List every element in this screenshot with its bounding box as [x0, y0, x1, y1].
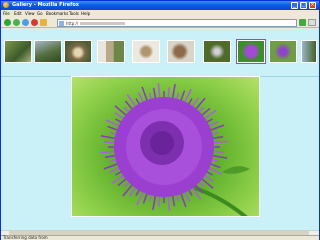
menu-tools[interactable]: Tools	[69, 11, 79, 16]
address-bar[interactable]: http://	[57, 19, 297, 27]
gallery-thumbnail[interactable]	[34, 40, 62, 63]
url-redacted	[80, 22, 125, 25]
firefox-icon	[3, 2, 9, 8]
close-button[interactable]: ×	[309, 2, 316, 9]
back-icon[interactable]	[4, 19, 11, 26]
thistle-flower-image	[100, 83, 250, 216]
page-icon	[59, 21, 64, 26]
forward-icon[interactable]	[13, 19, 20, 26]
maximize-button[interactable]: □	[300, 2, 307, 9]
menu-go[interactable]: Go	[37, 11, 43, 16]
minimize-button[interactable]: _	[291, 2, 298, 9]
gallery-thumbnail[interactable]	[203, 40, 231, 63]
thumbnail-strip	[1, 30, 319, 77]
menu-bookmarks[interactable]: Bookmarks	[46, 11, 68, 16]
menu-help[interactable]: Help	[81, 11, 90, 16]
url-text: http://	[66, 21, 79, 26]
browser-window: Gallery - Mozilla Firefox _ □ × File Edi…	[0, 0, 320, 240]
gallery-thumbnail[interactable]	[269, 40, 297, 63]
status-text: Transferring data from	[3, 235, 48, 240]
reload-icon[interactable]	[22, 19, 29, 26]
page-content	[1, 29, 319, 230]
gallery-thumbnail[interactable]	[132, 40, 160, 63]
gallery-thumbnail[interactable]	[97, 40, 125, 63]
gallery-thumbnail[interactable]	[301, 40, 317, 63]
menu-edit[interactable]: Edit	[14, 11, 22, 16]
menu-file[interactable]: File	[3, 11, 10, 16]
status-bar: Transferring data from	[1, 235, 319, 240]
gallery-thumbnail[interactable]	[167, 40, 195, 63]
menu-view[interactable]: View	[25, 11, 35, 16]
navigation-toolbar: http://	[1, 18, 319, 28]
window-title: Gallery - Mozilla Firefox	[12, 2, 79, 8]
home-icon[interactable]	[40, 19, 47, 26]
gallery-thumbnail-selected[interactable]	[236, 39, 266, 64]
main-photo	[71, 76, 260, 217]
search-icon[interactable]	[308, 19, 316, 26]
gallery-thumbnail[interactable]	[64, 40, 92, 63]
gallery-thumbnail[interactable]	[4, 40, 32, 63]
title-bar[interactable]: Gallery - Mozilla Firefox _ □ ×	[1, 1, 319, 10]
go-icon[interactable]	[299, 19, 306, 26]
stop-icon[interactable]	[31, 19, 38, 26]
menu-bar: File Edit View Go Bookmarks Tools Help	[1, 10, 319, 18]
